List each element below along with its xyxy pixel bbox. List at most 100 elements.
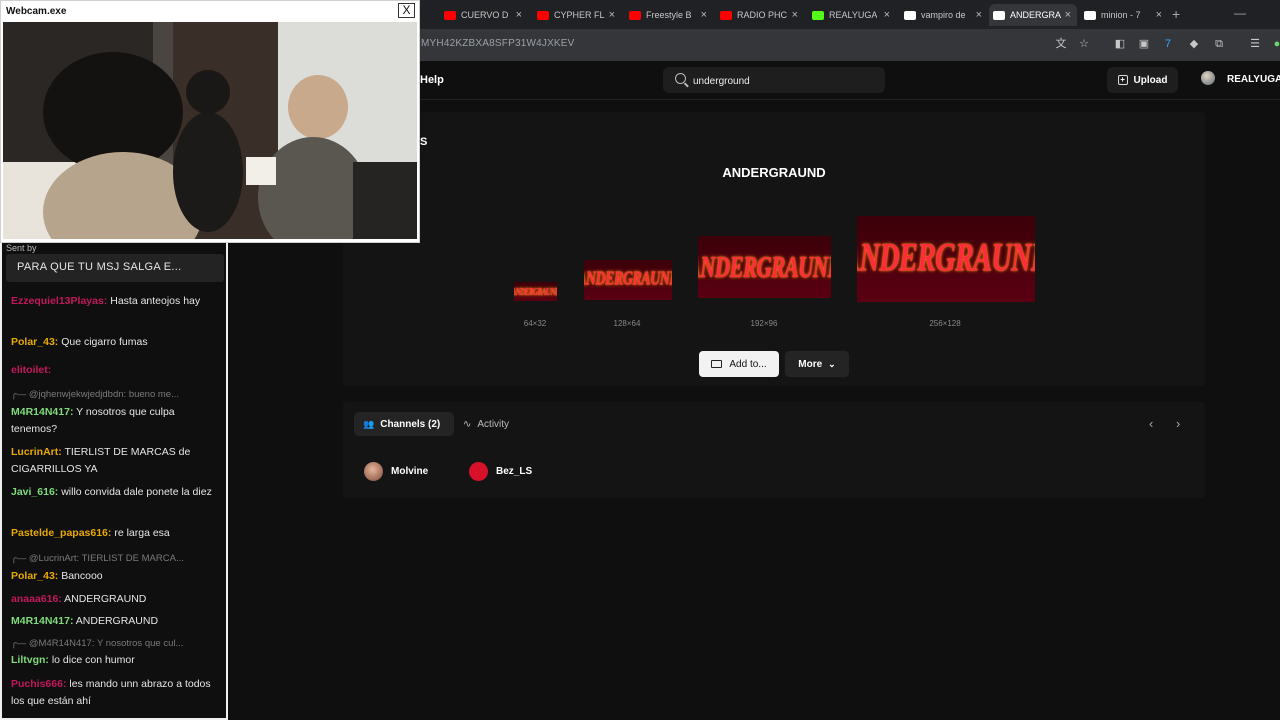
chat-username[interactable]: anaaa616: (11, 593, 62, 605)
diamond-extension-icon[interactable]: ◆ (1187, 37, 1201, 51)
extension-icon[interactable]: ◧ (1113, 37, 1127, 51)
browser-tab[interactable]: RADIO PHC × (716, 4, 804, 26)
chat-message: Ezzequiel13Playas: Hasta anteojos hay (11, 293, 221, 310)
upload-label: Upload (1133, 74, 1168, 86)
size-label: 64×32 (523, 319, 547, 328)
browser-tab[interactable]: CYPHER FL × (533, 4, 621, 26)
emote-image-text: ANDERGRAUND (698, 248, 831, 284)
emote-preview-128[interactable]: ANDERGRAUND (584, 260, 672, 300)
close-tab-icon[interactable]: × (884, 9, 890, 21)
channel-item-molvine[interactable]: Molvine (364, 462, 428, 481)
chat-username[interactable]: elitoilet: (11, 364, 51, 376)
7tv-icon (1084, 10, 1096, 20)
size-label: 256×128 (929, 319, 961, 328)
chat-text: Bancooo (58, 570, 103, 582)
chat-username[interactable]: Pastelde_papas616: (11, 527, 111, 539)
translate-extension-icon[interactable]: ▣ (1137, 37, 1151, 51)
tab-activity[interactable]: ∿ Activity (463, 412, 509, 436)
tab-title: CUERVO D (461, 10, 509, 20)
activity-icon: ∿ (463, 418, 472, 430)
tab-channels[interactable]: 👥 Channels (2) (354, 412, 454, 436)
username[interactable]: REALYUGA (1227, 74, 1280, 85)
close-tab-icon[interactable]: × (976, 9, 982, 21)
more-button[interactable]: More ⌄ (785, 351, 849, 377)
reply-arrow-icon: ╭— (11, 553, 29, 564)
chat-message: Polar_43: Que cigarro fumas (11, 334, 221, 351)
tab-title: minion - 7 (1101, 10, 1141, 20)
folder-icon (711, 360, 723, 368)
emote-title: ANDERGRAUND (722, 165, 826, 180)
reply-arrow-icon: ╭— (11, 389, 29, 400)
emote-preview-64[interactable]: ANDERGRAUND (514, 282, 557, 301)
search-input[interactable] (693, 74, 873, 88)
google-icon (904, 10, 916, 20)
tab-title: ANDERGRA (1010, 10, 1062, 20)
chevron-right-icon[interactable]: › (1176, 416, 1180, 431)
search-icon (675, 73, 686, 84)
browser-tab[interactable]: ANDERGRA × (989, 4, 1077, 26)
chat-username[interactable]: Ezzequiel13Playas: (11, 295, 107, 307)
close-tab-icon[interactable]: × (609, 9, 615, 21)
emote-image-text: ANDERGRAUND (584, 268, 672, 291)
chat-reply-context: ╭— @jqhenwjekwjedjdbdn: bueno me... (11, 386, 221, 403)
chat-username[interactable]: LucrinArt: (11, 446, 62, 458)
chat-username[interactable]: M4R14N417: (11, 406, 73, 418)
close-tab-icon[interactable]: × (1065, 9, 1071, 21)
close-tab-icon[interactable]: × (792, 9, 798, 21)
chat-username[interactable]: Polar_43: (11, 336, 58, 348)
emote-preview-192[interactable]: ANDERGRAUND (698, 236, 831, 298)
pinned-message[interactable]: PARA QUE TU MSJ SALGA E... (6, 254, 224, 282)
browser-tab[interactable]: vampiro de × (900, 4, 988, 26)
add-to-button[interactable]: Add to... (699, 351, 779, 377)
close-tab-icon[interactable]: × (701, 9, 707, 21)
section-heading: S (420, 136, 428, 148)
chat-username[interactable]: Polar_43: (11, 570, 58, 582)
translate-icon[interactable]: 文 (1054, 37, 1068, 51)
chat-message: M4R14N417: Y nosotros que culpa tenemos? (11, 404, 221, 438)
browser-tab[interactable]: REALYUGA × (808, 4, 896, 26)
chevron-down-icon: ⌄ (828, 358, 836, 369)
minimize-button[interactable]: — (1234, 6, 1246, 20)
chat-username[interactable]: M4R14N417: (11, 615, 73, 627)
7tv-extension-icon[interactable]: 7 (1161, 37, 1175, 51)
chat-text: re larga esa (111, 527, 170, 539)
youtube-icon (537, 10, 549, 20)
webcam-video (3, 22, 417, 239)
chat-text: ANDERGRAUND (73, 615, 159, 627)
avatar (469, 462, 488, 481)
browser-tab[interactable]: CUERVO D × (440, 4, 528, 26)
profile-icon[interactable]: ● (1270, 37, 1280, 51)
chat-username[interactable]: Javi_616: (11, 486, 58, 498)
chat-text: Hasta anteojos hay (107, 295, 201, 307)
nav-help-link[interactable]: Help (420, 74, 444, 86)
close-tab-icon[interactable]: × (516, 9, 522, 21)
upload-button[interactable]: + Upload (1107, 67, 1178, 93)
chat-text: @M4R14N417: Y nosotros que cul... (28, 638, 184, 649)
chat-message: Liltvgn: lo dice con humor (11, 652, 221, 669)
chat-username[interactable]: Liltvgn: (11, 654, 49, 666)
tab-title: Freestyle B (646, 10, 692, 20)
chat-text: @jqhenwjekwjedjdbdn: bueno me... (28, 389, 179, 400)
bookmark-star-icon[interactable]: ☆ (1077, 37, 1091, 51)
close-button[interactable]: X (398, 3, 415, 18)
chat-username[interactable]: Puchis666: (11, 678, 66, 690)
avatar[interactable] (1201, 71, 1215, 85)
chat-message: elitoilet: (11, 362, 221, 379)
youtube-icon (629, 10, 641, 20)
close-tab-icon[interactable]: × (1156, 9, 1162, 21)
browser-tab[interactable]: minion - 7 × (1080, 4, 1168, 26)
chat-text: willo convida dale ponete la diez (58, 486, 212, 498)
tab-activity-label: Activity (477, 418, 510, 430)
new-tab-button[interactable]: + (1172, 6, 1180, 22)
pinned-sent-by: Sent by (6, 243, 37, 253)
chat-text: lo dice con humor (48, 654, 135, 666)
chevron-left-icon[interactable]: ‹ (1149, 416, 1153, 431)
more-label: More (798, 358, 823, 370)
emote-preview-256[interactable]: ANDERGRAUND (857, 216, 1035, 302)
channel-item-bez-ls[interactable]: Bez_LS (469, 462, 532, 481)
url-text[interactable]: MYH42KZBXA8SFP31W4JXKEV (421, 38, 575, 49)
browser-tab[interactable]: Freestyle B × (625, 4, 713, 26)
tab-title: vampiro de (921, 10, 966, 20)
puzzle-icon[interactable]: ⧉ (1212, 37, 1226, 51)
reading-list-icon[interactable]: ☰ (1248, 37, 1262, 51)
